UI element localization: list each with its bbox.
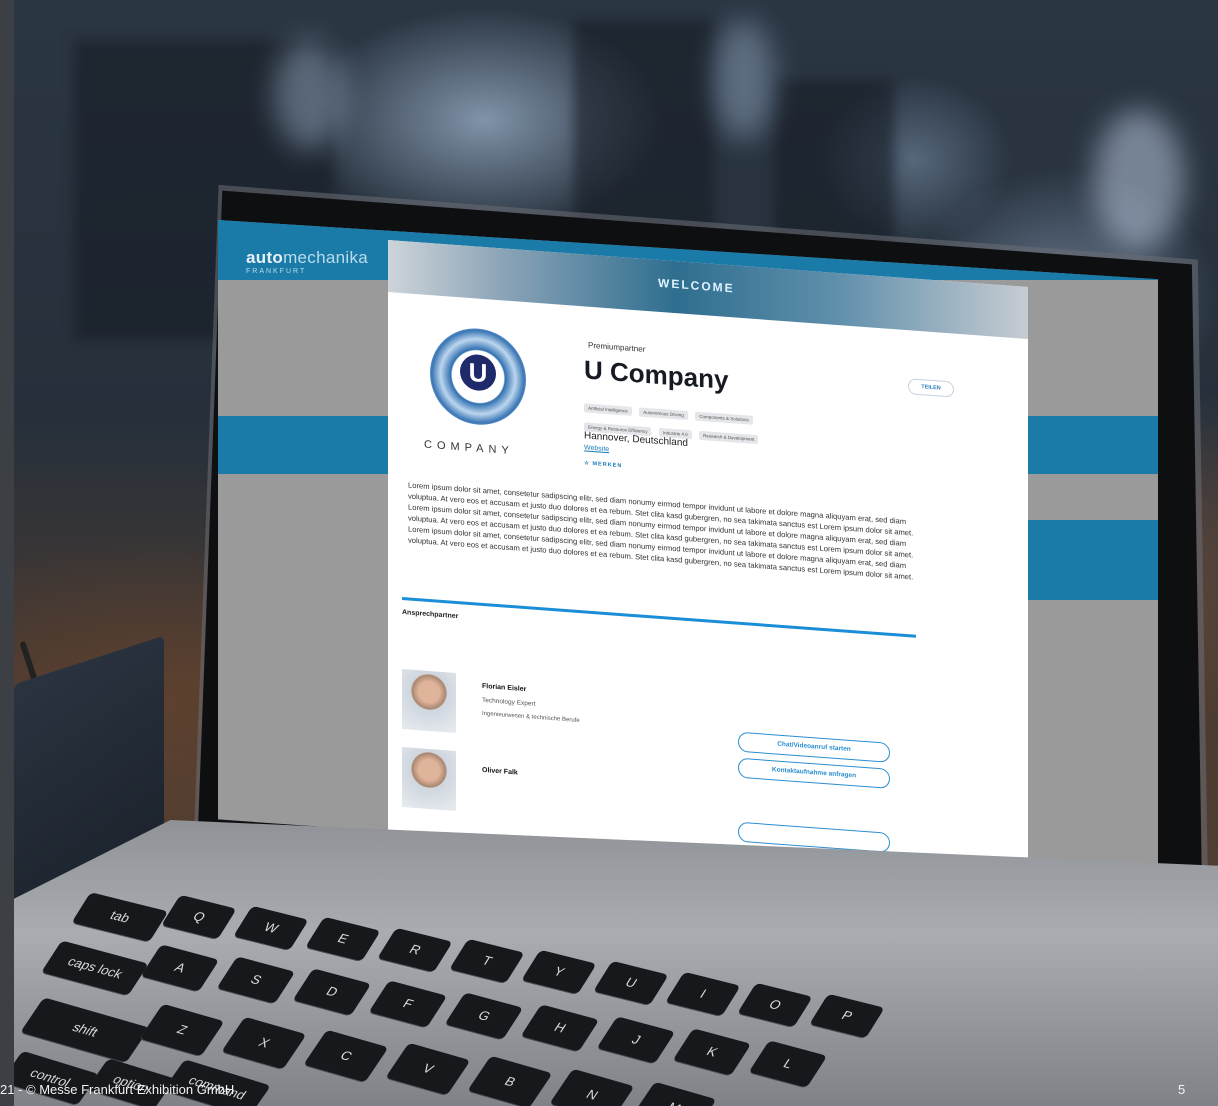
keyboard-key[interactable]: E bbox=[305, 916, 381, 962]
keyboard-key[interactable]: caps lock bbox=[41, 940, 149, 996]
keyboard-key[interactable]: B bbox=[467, 1055, 553, 1106]
keyboard-key[interactable]: Q bbox=[161, 894, 237, 940]
slide-copyright: 21 - © Messe Frankfurt Exhibition GmbH bbox=[0, 1082, 235, 1097]
keyboard-key[interactable]: F bbox=[368, 980, 448, 1028]
keyboard-key[interactable]: O bbox=[737, 982, 813, 1028]
keyboard-key[interactable]: J bbox=[596, 1016, 676, 1064]
keyboard-key[interactable]: control bbox=[0, 1050, 100, 1106]
slide-page-number: 5 bbox=[1178, 1082, 1186, 1097]
keyboard: tab caps lock shift control option command Q W E… bbox=[0, 0, 1218, 1106]
keyboard-key[interactable]: V bbox=[385, 1042, 471, 1096]
keyboard-key[interactable]: X bbox=[221, 1016, 307, 1070]
keyboard-key[interactable]: H bbox=[520, 1004, 600, 1052]
keyboard-key[interactable]: M bbox=[631, 1081, 717, 1106]
keyboard-key[interactable]: A bbox=[140, 944, 220, 992]
keyboard-key[interactable]: shift bbox=[20, 997, 150, 1063]
keyboard-key[interactable]: L bbox=[748, 1040, 828, 1088]
keyboard-key[interactable]: I bbox=[665, 971, 741, 1017]
keyboard-key[interactable]: Z bbox=[139, 1003, 225, 1057]
keyboard-key[interactable]: K bbox=[672, 1028, 752, 1076]
keyboard-key[interactable]: D bbox=[292, 968, 372, 1016]
keyboard-key[interactable]: tab bbox=[71, 892, 169, 942]
keyboard-key[interactable]: S bbox=[216, 956, 296, 1004]
keyboard-key[interactable]: R bbox=[377, 927, 453, 973]
slide-left-bar bbox=[0, 0, 14, 1106]
keyboard-key[interactable]: U bbox=[593, 960, 669, 1006]
keyboard-key[interactable]: T bbox=[449, 938, 525, 984]
keyboard-key[interactable]: W bbox=[233, 905, 309, 951]
slide: automechanika FRANKFURT WELCOME U COMPAN… bbox=[0, 0, 1218, 1106]
keyboard-key[interactable]: N bbox=[549, 1068, 635, 1106]
keyboard-key[interactable]: Y bbox=[521, 949, 597, 995]
keyboard-key[interactable]: C bbox=[303, 1029, 389, 1083]
keyboard-key[interactable]: G bbox=[444, 992, 524, 1040]
keyboard-key[interactable]: P bbox=[809, 993, 885, 1039]
